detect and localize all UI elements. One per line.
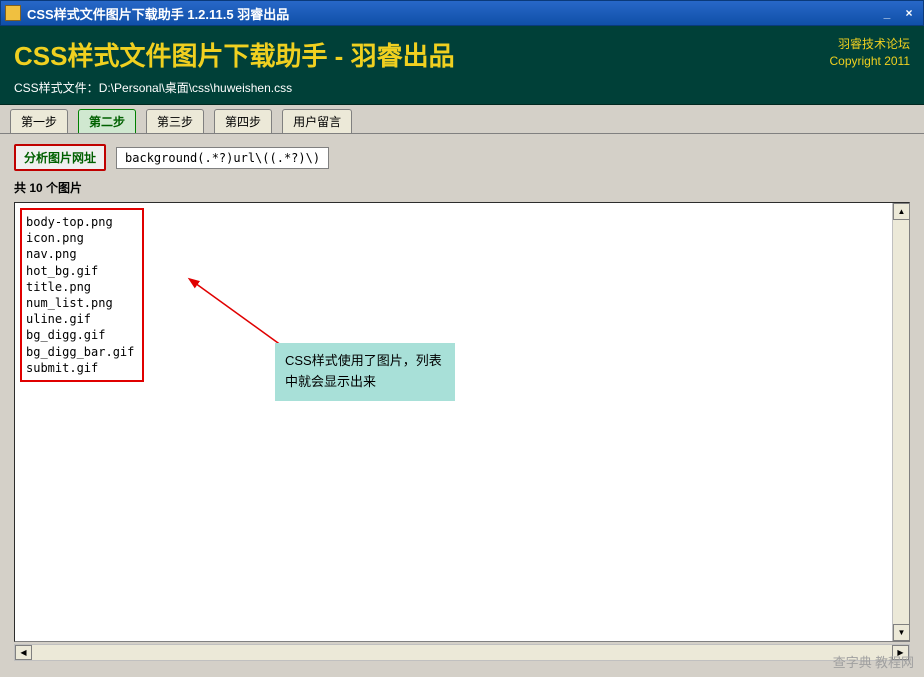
scroll-left-icon[interactable]: ◀ <box>15 645 32 660</box>
path-value: D:\Personal\桌面\css\huweishen.css <box>99 81 292 95</box>
step-tabs: 第一步 第二步 第三步 第四步 用户留言 <box>0 105 924 134</box>
file-path-display: CSS样式文件：D:\Personal\桌面\css\huweishen.css <box>14 79 910 96</box>
list-item: hot_bg.gif <box>26 263 134 279</box>
list-item: nav.png <box>26 246 134 262</box>
count-value: 10 <box>29 181 42 195</box>
minimize-button[interactable]: _ <box>877 3 897 23</box>
scroll-up-icon[interactable]: ▲ <box>893 203 910 220</box>
tab-step-3[interactable]: 第三步 <box>146 109 204 133</box>
scroll-down-icon[interactable]: ▼ <box>893 624 910 641</box>
file-list-box[interactable]: body-top.png icon.png nav.png hot_bg.gif… <box>20 208 144 382</box>
list-item: body-top.png <box>26 214 134 230</box>
copyright-text: Copyright 2011 <box>830 53 911 70</box>
watermark-text: 查字典 教程网 <box>833 652 914 671</box>
close-button[interactable]: × <box>899 3 919 23</box>
annotation-tooltip: CSS样式使用了图片，列表中就会显示出来 <box>275 343 455 401</box>
list-item: bg_digg.gif <box>26 327 134 343</box>
list-item: bg_digg_bar.gif <box>26 344 134 360</box>
tab-step-1[interactable]: 第一步 <box>10 109 68 133</box>
horizontal-scrollbar[interactable]: ◀ ▶ <box>14 644 910 661</box>
list-item: num_list.png <box>26 295 134 311</box>
app-icon <box>5 5 21 21</box>
window-titlebar: CSS样式文件图片下载助手 1.2.11.5 羽睿出品 _ × <box>0 0 924 26</box>
tab-step-2[interactable]: 第二步 <box>78 109 136 133</box>
arrow-annotation-icon <box>185 273 305 353</box>
list-item: icon.png <box>26 230 134 246</box>
list-item: uline.gif <box>26 311 134 327</box>
vertical-scrollbar[interactable]: ▲ ▼ <box>892 203 909 641</box>
app-header: CSS样式文件图片下载助手 - 羽睿出品 羽睿技术论坛 Copyright 20… <box>0 26 924 105</box>
tab-feedback[interactable]: 用户留言 <box>282 109 352 133</box>
list-item: submit.gif <box>26 360 134 376</box>
analyze-button[interactable]: 分析图片网址 <box>14 144 106 171</box>
tab-step-4[interactable]: 第四步 <box>214 109 272 133</box>
path-prefix: CSS样式文件： <box>14 81 99 95</box>
window-title: CSS样式文件图片下载助手 1.2.11.5 羽睿出品 <box>27 4 877 23</box>
forum-link[interactable]: 羽睿技术论坛 <box>830 36 911 53</box>
result-panel: body-top.png icon.png nav.png hot_bg.gif… <box>14 202 910 642</box>
regex-display[interactable]: background(.*?)url\((.*?)\) <box>116 147 329 169</box>
main-content: 分析图片网址 background(.*?)url\((.*?)\) 共 10 … <box>0 134 924 671</box>
app-title: CSS样式文件图片下载助手 - 羽睿出品 <box>14 36 455 73</box>
image-count-label: 共 10 个图片 <box>14 179 910 196</box>
list-item: title.png <box>26 279 134 295</box>
window-controls: _ × <box>877 3 919 23</box>
